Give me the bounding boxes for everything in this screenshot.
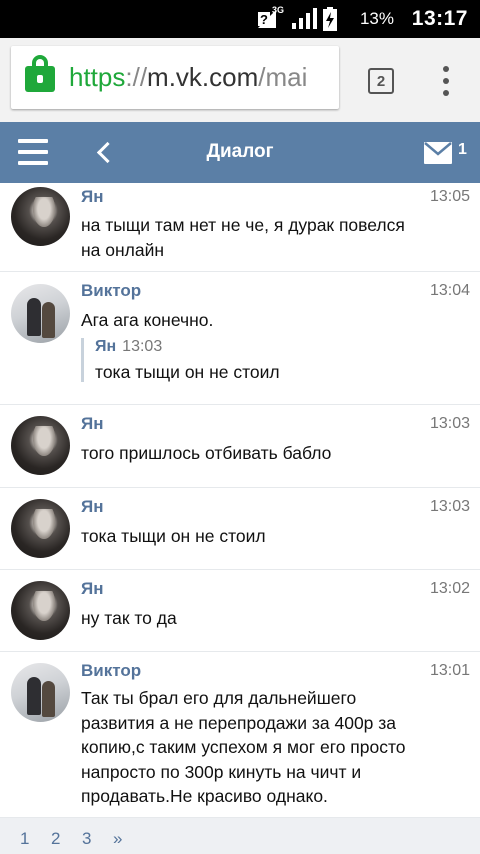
page-link-2[interactable]: 2 (51, 829, 60, 849)
url-separator: :// (125, 62, 148, 92)
message-item: Виктор 13:04 Ага ага конечно. Ян 13:03 то… (0, 272, 480, 405)
message-item: Ян 13:02 ну так то да (0, 570, 480, 652)
message-time: 13:03 (429, 415, 470, 432)
message-author[interactable]: Виктор (81, 661, 141, 681)
quoted-reply: Ян 13:03 тока тыщи он не стоил (81, 338, 280, 382)
signal-icon (290, 0, 320, 38)
battery-charging-icon (323, 0, 337, 38)
url-host: m.vk.com (147, 62, 259, 92)
status-bar: ? 3G 13% 13:17 (0, 0, 480, 38)
tabs-icon[interactable]: 2 (368, 68, 394, 94)
avatar[interactable] (11, 416, 70, 475)
message-text: на тыщи там нет не че, я дурак повелся н… (81, 215, 405, 260)
url-scheme: https (69, 62, 126, 92)
message-time: 13:04 (429, 282, 470, 299)
url-text[interactable]: https://m.vk.com/mai (69, 62, 307, 93)
network-type-label: 3G (271, 5, 284, 15)
svg-text:?: ? (260, 12, 268, 27)
next-page-link[interactable]: » (113, 829, 122, 849)
message-item: Ян 13:03 того пришлось отбивать бабло (0, 405, 480, 488)
unread-count-badge[interactable]: 1 (458, 141, 467, 159)
message-text: того пришлось отбивать бабло (81, 443, 332, 463)
message-time: 13:03 (429, 498, 470, 515)
message-item: Виктор 13:01 Так ты брал его для дальней… (0, 652, 480, 818)
url-bar[interactable]: https://m.vk.com/mai (11, 46, 339, 109)
battery-percent: 13% (359, 9, 394, 28)
message-author[interactable]: Ян (81, 579, 104, 599)
lock-icon (25, 55, 55, 92)
avatar[interactable] (11, 284, 70, 343)
message-author[interactable]: Ян (81, 497, 104, 517)
clock: 13:17 (411, 7, 468, 30)
message-text: тока тыщи он не стоил (81, 526, 266, 546)
message-author[interactable]: Ян (81, 414, 104, 434)
pagination: 1 2 3 » (0, 818, 480, 854)
message-time: 13:05 (429, 188, 470, 205)
page-link-1[interactable]: 1 (20, 829, 29, 849)
reply-author[interactable]: Ян (95, 338, 116, 355)
message-text: Ага ага конечно. (81, 310, 214, 330)
avatar[interactable] (11, 663, 70, 722)
message-text: Так ты брал его для дальнейшего развития… (81, 688, 406, 806)
message-text: ну так то да (81, 608, 177, 628)
app-header: Диалог 1 (0, 122, 480, 183)
message-author[interactable]: Ян (81, 187, 104, 207)
reply-time: 13:03 (122, 338, 163, 355)
page-title: Диалог (206, 141, 274, 162)
message-list: Ян 13:05 на тыщи там нет не че, я дурак … (0, 183, 480, 818)
message-item: Ян 13:03 тока тыщи он не стоил (0, 488, 480, 570)
message-item: Ян 13:05 на тыщи там нет не че, я дурак … (0, 183, 480, 272)
browser-toolbar: https://m.vk.com/mai 2 (0, 38, 480, 122)
overflow-menu-icon[interactable] (440, 66, 452, 96)
message-author[interactable]: Виктор (81, 281, 141, 301)
mail-icon[interactable] (424, 142, 452, 164)
avatar[interactable] (11, 187, 70, 246)
avatar[interactable] (11, 499, 70, 558)
reply-text: тока тыщи он не стоил (95, 362, 280, 382)
page-link-3[interactable]: 3 (82, 829, 91, 849)
avatar[interactable] (11, 581, 70, 640)
url-path: /mai (258, 62, 308, 92)
message-time: 13:01 (429, 662, 470, 679)
message-time: 13:02 (429, 580, 470, 597)
